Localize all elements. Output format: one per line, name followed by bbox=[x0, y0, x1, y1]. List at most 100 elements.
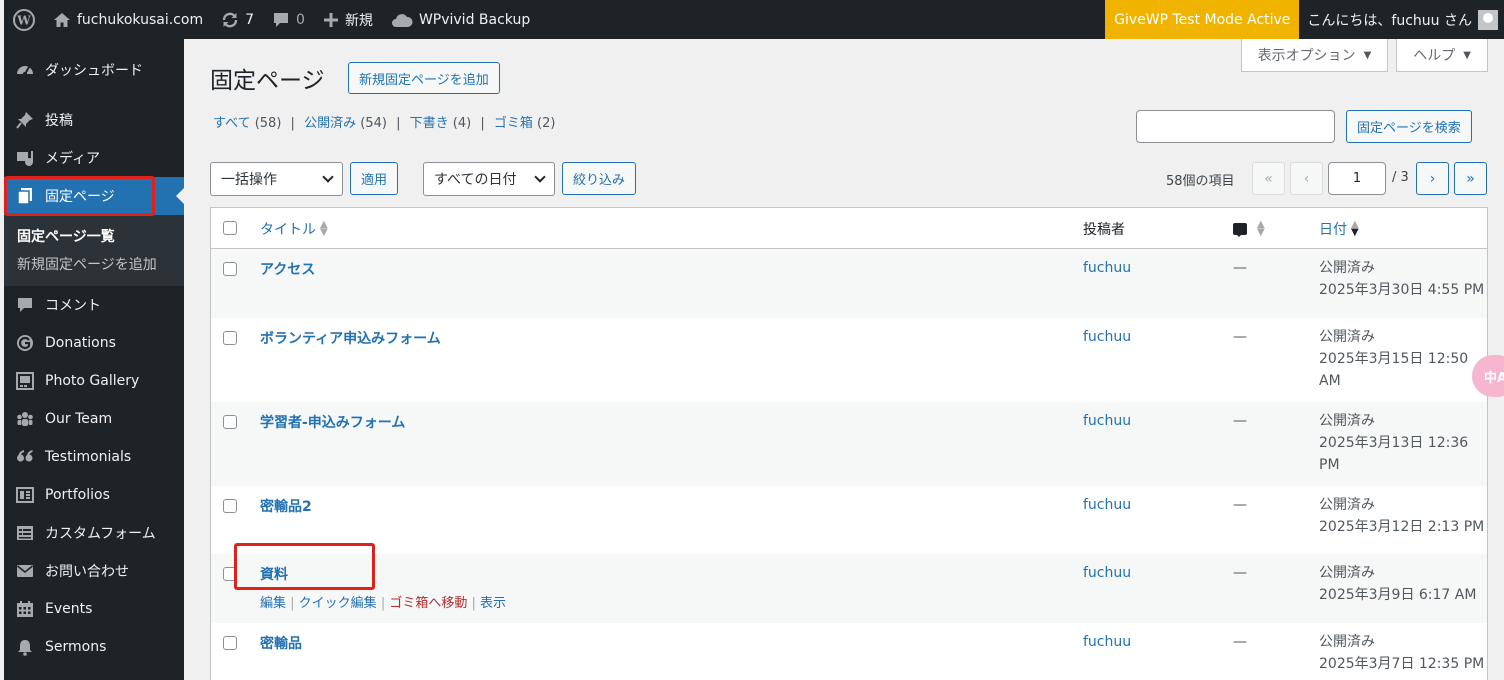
mail-icon bbox=[14, 561, 36, 581]
help-button[interactable]: ヘルプ ▼ bbox=[1396, 39, 1488, 72]
menu-pages[interactable]: 固定ページ bbox=[4, 177, 184, 215]
menu-custom-form[interactable]: カスタムフォーム bbox=[4, 514, 184, 552]
row-title-link[interactable]: 資料 bbox=[260, 564, 288, 584]
row-title-link[interactable]: 密輸品 bbox=[260, 633, 302, 653]
row-author-link[interactable]: fuchuu bbox=[1083, 260, 1131, 276]
filter-published[interactable]: 公開済み bbox=[304, 116, 356, 131]
site-name-menu[interactable]: fuchukokusai.com bbox=[44, 0, 212, 39]
menu-portfolios-label: Portfolios bbox=[45, 487, 110, 503]
menu-testimonials-label: Testimonials bbox=[45, 449, 132, 465]
row-author-link[interactable]: fuchuu bbox=[1083, 497, 1131, 513]
sort-icon: ▲ ▼ bbox=[1257, 219, 1265, 238]
separator: | bbox=[290, 116, 295, 131]
submenu-add-new-page[interactable]: 新規固定ページを追加 bbox=[4, 251, 184, 279]
menu-media[interactable]: メディア bbox=[4, 139, 184, 177]
menu-media-label: メディア bbox=[45, 151, 101, 167]
menu-photo-gallery[interactable]: Photo Gallery bbox=[4, 362, 184, 400]
menu-comments[interactable]: コメント bbox=[4, 286, 184, 324]
row-checkbox[interactable] bbox=[223, 262, 237, 276]
page-search-input[interactable] bbox=[1136, 110, 1335, 143]
row-title-link[interactable]: 密輸品2 bbox=[260, 496, 312, 516]
pages-icon bbox=[14, 186, 36, 206]
chevron-down-icon bbox=[534, 171, 546, 183]
menu-our-team[interactable]: Our Team bbox=[4, 400, 184, 438]
menu-our-team-label: Our Team bbox=[45, 411, 113, 427]
comments-menu[interactable]: 0 bbox=[263, 0, 314, 39]
wpvivid-menu[interactable]: WPvivid Backup bbox=[382, 0, 539, 39]
menu-events[interactable]: Events bbox=[4, 590, 184, 628]
submenu-all-pages[interactable]: 固定ページ一覧 bbox=[4, 223, 184, 251]
menu-posts-label: 投稿 bbox=[45, 113, 73, 129]
calendar-icon bbox=[14, 599, 36, 619]
row-checkbox[interactable] bbox=[223, 499, 237, 513]
row-action-edit[interactable]: 編集 bbox=[260, 596, 286, 611]
avatar bbox=[1478, 9, 1498, 30]
add-new-page-button[interactable]: 新規固定ページを追加 bbox=[348, 62, 500, 94]
title-column-header[interactable]: タイトル ▲ ▼ bbox=[260, 219, 328, 239]
row-status: 公開済み bbox=[1319, 497, 1375, 513]
row-author-link[interactable]: fuchuu bbox=[1083, 634, 1131, 650]
row-action-quick-edit[interactable]: クイック編集 bbox=[299, 596, 377, 611]
row-title-link[interactable]: 学習者-申込みフォーム bbox=[260, 412, 405, 432]
row-comments: — bbox=[1233, 260, 1247, 276]
filter-trash[interactable]: ゴミ箱 bbox=[494, 116, 533, 131]
first-page-button[interactable]: « bbox=[1252, 162, 1285, 195]
givewp-test-mode-badge[interactable]: GiveWP Test Mode Active bbox=[1105, 0, 1300, 39]
select-all-checkbox[interactable] bbox=[223, 221, 237, 235]
row-action-trash[interactable]: ゴミ箱へ移動 bbox=[389, 596, 467, 611]
updates-menu[interactable]: 7 bbox=[212, 0, 263, 39]
search-pages-button[interactable]: 固定ページを検索 bbox=[1346, 110, 1472, 143]
row-date-value: 2025年3月30日 4:55 PM bbox=[1319, 282, 1485, 298]
menu-posts[interactable]: 投稿 bbox=[4, 101, 184, 139]
row-checkbox[interactable] bbox=[223, 636, 237, 650]
row-comments: — bbox=[1233, 413, 1247, 429]
row-title-link[interactable]: ボランティア申込みフォーム bbox=[260, 328, 441, 348]
row-author-link[interactable]: fuchuu bbox=[1083, 329, 1131, 345]
screen-options-button[interactable]: 表示オプション ▼ bbox=[1240, 39, 1389, 72]
comments-column-header[interactable]: ▲ ▼ bbox=[1233, 219, 1265, 238]
row-author-link[interactable]: fuchuu bbox=[1083, 413, 1131, 429]
filter-all[interactable]: すべて bbox=[213, 116, 251, 131]
refresh-icon bbox=[221, 11, 239, 29]
menu-sermons-label: Sermons bbox=[45, 639, 107, 655]
menu-portfolios[interactable]: Portfolios bbox=[4, 476, 184, 514]
table-row: 密輸品 fuchuu — 公開済み 2025年3月7日 12:35 PM bbox=[211, 623, 1487, 680]
date-filter-select[interactable]: すべての日付 bbox=[423, 162, 555, 196]
menu-testimonials[interactable]: Testimonials bbox=[4, 438, 184, 476]
row-checkbox[interactable] bbox=[223, 567, 237, 581]
prev-page-button[interactable]: ‹ bbox=[1290, 162, 1323, 195]
date-column-header[interactable]: 日付 ▲ ▼ bbox=[1319, 219, 1359, 239]
row-checkbox[interactable] bbox=[223, 331, 237, 345]
my-account-menu[interactable]: こんにちは、fuchuu さん bbox=[1299, 9, 1504, 30]
bulk-action-value: 一括操作 bbox=[221, 172, 277, 188]
row-date: 公開済み 2025年3月7日 12:35 PM bbox=[1319, 631, 1484, 675]
current-page-input[interactable]: 1 bbox=[1328, 162, 1386, 195]
filter-drafts[interactable]: 下書き bbox=[410, 116, 449, 131]
row-date: 公開済み 2025年3月13日 12:36 PM bbox=[1319, 410, 1468, 476]
svg-text:W: W bbox=[16, 13, 31, 27]
apply-button[interactable]: 適用 bbox=[350, 162, 399, 195]
filter-published-count: (54) bbox=[360, 116, 387, 131]
status-filter-links: すべて (58) | 公開済み (54) | 下書き (4) | ゴミ箱 (2) bbox=[213, 112, 555, 131]
row-date: 公開済み 2025年3月12日 2:13 PM bbox=[1319, 494, 1484, 538]
row-checkbox[interactable] bbox=[223, 415, 237, 429]
wordpress-logo-menu[interactable]: W bbox=[4, 0, 44, 39]
filter-button[interactable]: 絞り込み bbox=[562, 162, 637, 195]
menu-contact[interactable]: お問い合わせ bbox=[4, 552, 184, 590]
new-content-menu[interactable]: 新規 bbox=[314, 0, 382, 39]
next-page-button[interactable]: › bbox=[1416, 162, 1449, 195]
row-action-view[interactable]: 表示 bbox=[480, 596, 506, 611]
bulk-action-select[interactable]: 一括操作 bbox=[210, 162, 343, 196]
menu-comments-label: コメント bbox=[45, 298, 101, 314]
row-status: 公開済み bbox=[1319, 260, 1375, 276]
sort-icon: ▲ ▼ bbox=[320, 219, 328, 238]
row-author-link[interactable]: fuchuu bbox=[1083, 565, 1131, 581]
last-page-button[interactable]: » bbox=[1454, 162, 1487, 195]
menu-dashboard[interactable]: ダッシュボード bbox=[4, 51, 184, 89]
wpvivid-label: WPvivid Backup bbox=[418, 11, 531, 28]
screen-options-label: 表示オプション bbox=[1257, 48, 1356, 64]
site-name: fuchukokusai.com bbox=[77, 11, 204, 28]
row-title-link[interactable]: アクセス bbox=[260, 259, 315, 279]
menu-donations[interactable]: Donations bbox=[4, 324, 184, 362]
menu-sermons[interactable]: Sermons bbox=[4, 628, 184, 666]
